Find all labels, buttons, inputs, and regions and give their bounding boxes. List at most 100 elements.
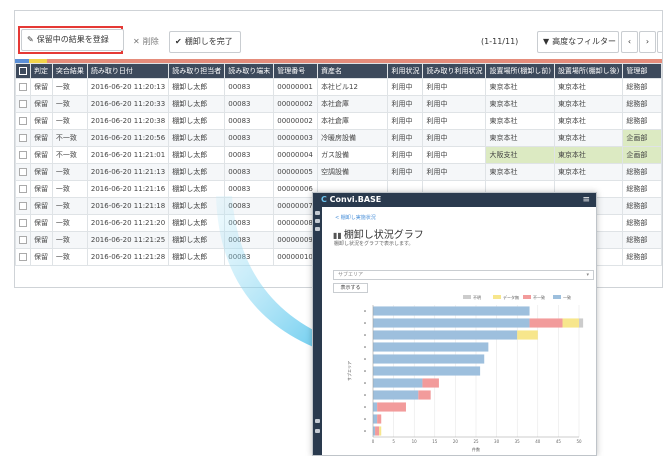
x-tick-label: 10 <box>412 439 418 444</box>
mobile-header: C Convi.BASE ≡ <box>313 193 596 207</box>
row-checkbox-cell <box>15 112 31 130</box>
row-checkbox-cell <box>15 231 31 249</box>
table-cell: 00083 <box>224 112 275 130</box>
row-checkbox[interactable] <box>19 83 27 91</box>
y-tick-marker <box>364 394 366 396</box>
table-cell: 東京本社 <box>553 95 624 113</box>
table-cell: 保留 <box>30 112 53 130</box>
x-tick-label: 20 <box>453 439 459 444</box>
table-cell: 保留 <box>30 231 53 249</box>
column-header: 利用状況 <box>387 63 424 79</box>
page-title: ▮▮ 棚卸し状況グラフ <box>333 226 424 241</box>
select-all-checkbox[interactable] <box>19 67 27 75</box>
table-cell: 2016-06-20 11:21:01 <box>86 146 170 164</box>
table-cell: 企画部 <box>622 146 662 164</box>
table-cell: 保留 <box>30 180 53 198</box>
table-row[interactable]: 保留 一致 2016-06-20 11:20:33 棚卸し太郎 00083 0000000… <box>15 95 662 113</box>
table-cell: 棚卸し太郎 <box>168 146 226 164</box>
table-row[interactable]: 保留 一致 2016-06-20 11:20:13 棚卸し太郎 00083 0000000… <box>15 78 662 96</box>
save-pending-results-button[interactable]: ✎ 保留中の結果を登録 <box>21 29 124 51</box>
table-cell: 2016-06-20 11:21:28 <box>86 248 170 266</box>
bar-segment <box>377 402 406 412</box>
table-cell: 棚卸し太郎 <box>168 231 226 249</box>
table-cell: 東京本社 <box>485 129 555 147</box>
sidebar-icon[interactable] <box>315 219 320 223</box>
sidebar-icon[interactable] <box>315 211 320 215</box>
row-checkbox[interactable] <box>19 168 27 176</box>
table-cell: 一致 <box>51 180 88 198</box>
table-cell: 2016-06-20 11:20:38 <box>86 112 170 130</box>
table-row[interactable]: 保留 一致 2016-06-20 11:20:38 棚卸し太郎 00083 0000000… <box>15 112 662 130</box>
column-header: 設置場所(棚卸し後) <box>553 63 624 79</box>
row-checkbox[interactable] <box>19 202 27 210</box>
table-cell: 利用中 <box>387 95 424 113</box>
sidebar-icon[interactable] <box>315 429 320 433</box>
table-cell: 2016-06-20 11:20:33 <box>86 95 170 113</box>
area-select[interactable]: サブエリア ▾ <box>333 270 594 280</box>
row-checkbox[interactable] <box>19 117 27 125</box>
more-button[interactable]: ⋮ <box>657 31 662 53</box>
table-cell: 東京本社 <box>485 78 555 96</box>
legend-label: データ無 <box>503 294 519 300</box>
table-cell: 保留 <box>30 146 53 164</box>
show-button[interactable]: 表示する <box>333 283 368 293</box>
chevron-down-icon: ▾ <box>586 272 589 278</box>
y-tick-marker <box>364 430 366 432</box>
y-tick-marker <box>364 418 366 420</box>
table-cell: 00000004 <box>273 146 319 164</box>
table-row[interactable]: 保留 一致 2016-06-20 11:21:13 棚卸し太郎 00083 0000000… <box>15 163 662 181</box>
table-cell: 棚卸し太郎 <box>168 95 226 113</box>
table-cell: 本社倉庫 <box>317 112 389 130</box>
toolbar: ✎ 保留中の結果を登録 ✕ 削除 ✔ 棚卸しを完了 (1-11/11) ▼ 高度なフィル… <box>15 11 662 63</box>
delete-button[interactable]: ✕ 削除 <box>127 31 165 53</box>
x-tick-label: 15 <box>432 439 438 444</box>
sidebar-icon[interactable] <box>315 227 320 231</box>
table-cell: 東京本社 <box>553 163 624 181</box>
table-cell: 一致 <box>51 163 88 181</box>
table-cell: 利用中 <box>422 78 487 96</box>
save-pending-results-label: 保留中の結果を登録 <box>36 35 109 44</box>
table-cell: 東京本社 <box>553 78 624 96</box>
bar-segment <box>373 354 485 364</box>
row-checkbox[interactable] <box>19 100 27 108</box>
row-checkbox[interactable] <box>19 219 27 227</box>
row-checkbox[interactable] <box>19 134 27 142</box>
y-tick-marker <box>364 310 366 312</box>
x-tick-label: 30 <box>494 439 500 444</box>
table-cell: 00000010 <box>273 248 319 266</box>
sidebar-icon[interactable] <box>315 419 320 423</box>
y-tick-marker <box>364 346 366 348</box>
table-cell: 利用中 <box>422 95 487 113</box>
row-checkbox[interactable] <box>19 236 27 244</box>
y-tick-marker <box>364 322 366 324</box>
table-row[interactable]: 保留 不一致 2016-06-20 11:20:56 棚卸し太郎 00083 000000… <box>15 129 662 147</box>
prev-page-button[interactable]: ‹ <box>621 31 638 53</box>
back-link[interactable]: < 棚卸し実施状況 <box>335 214 376 221</box>
check-icon: ✔ <box>175 37 182 46</box>
row-checkbox[interactable] <box>19 151 27 159</box>
chevron-right-icon: › <box>645 37 650 46</box>
table-cell: 東京本社 <box>485 163 555 181</box>
column-header: 読み取り端末 <box>224 63 275 79</box>
table-cell: 00083 <box>224 248 275 266</box>
row-checkbox[interactable] <box>19 253 27 261</box>
table-cell: 棚卸し太郎 <box>168 248 226 266</box>
close-icon: ✕ <box>133 37 140 46</box>
advanced-filter-button[interactable]: ▼ 高度なフィルター <box>537 31 619 53</box>
legend-swatch <box>553 295 561 299</box>
table-cell: 2016-06-20 11:21:18 <box>86 197 170 215</box>
y-tick-marker <box>364 382 366 384</box>
table-cell: 東京本社 <box>485 95 555 113</box>
table-cell: 2016-06-20 11:21:13 <box>86 163 170 181</box>
table-cell: 00000002 <box>273 112 319 130</box>
table-row[interactable]: 保留 不一致 2016-06-20 11:21:01 棚卸し太郎 00083 000000… <box>15 146 662 164</box>
hamburger-menu-icon[interactable]: ≡ <box>582 193 590 207</box>
area-select-value: サブエリア <box>338 272 364 278</box>
x-tick-label: 45 <box>556 439 562 444</box>
row-checkbox[interactable] <box>19 185 27 193</box>
table-cell: 一致 <box>51 95 88 113</box>
x-axis-label: 件数 <box>472 446 480 452</box>
complete-inventory-button[interactable]: ✔ 棚卸しを完了 <box>169 31 241 53</box>
table-cell: 利用中 <box>422 163 487 181</box>
next-page-button[interactable]: › <box>639 31 656 53</box>
